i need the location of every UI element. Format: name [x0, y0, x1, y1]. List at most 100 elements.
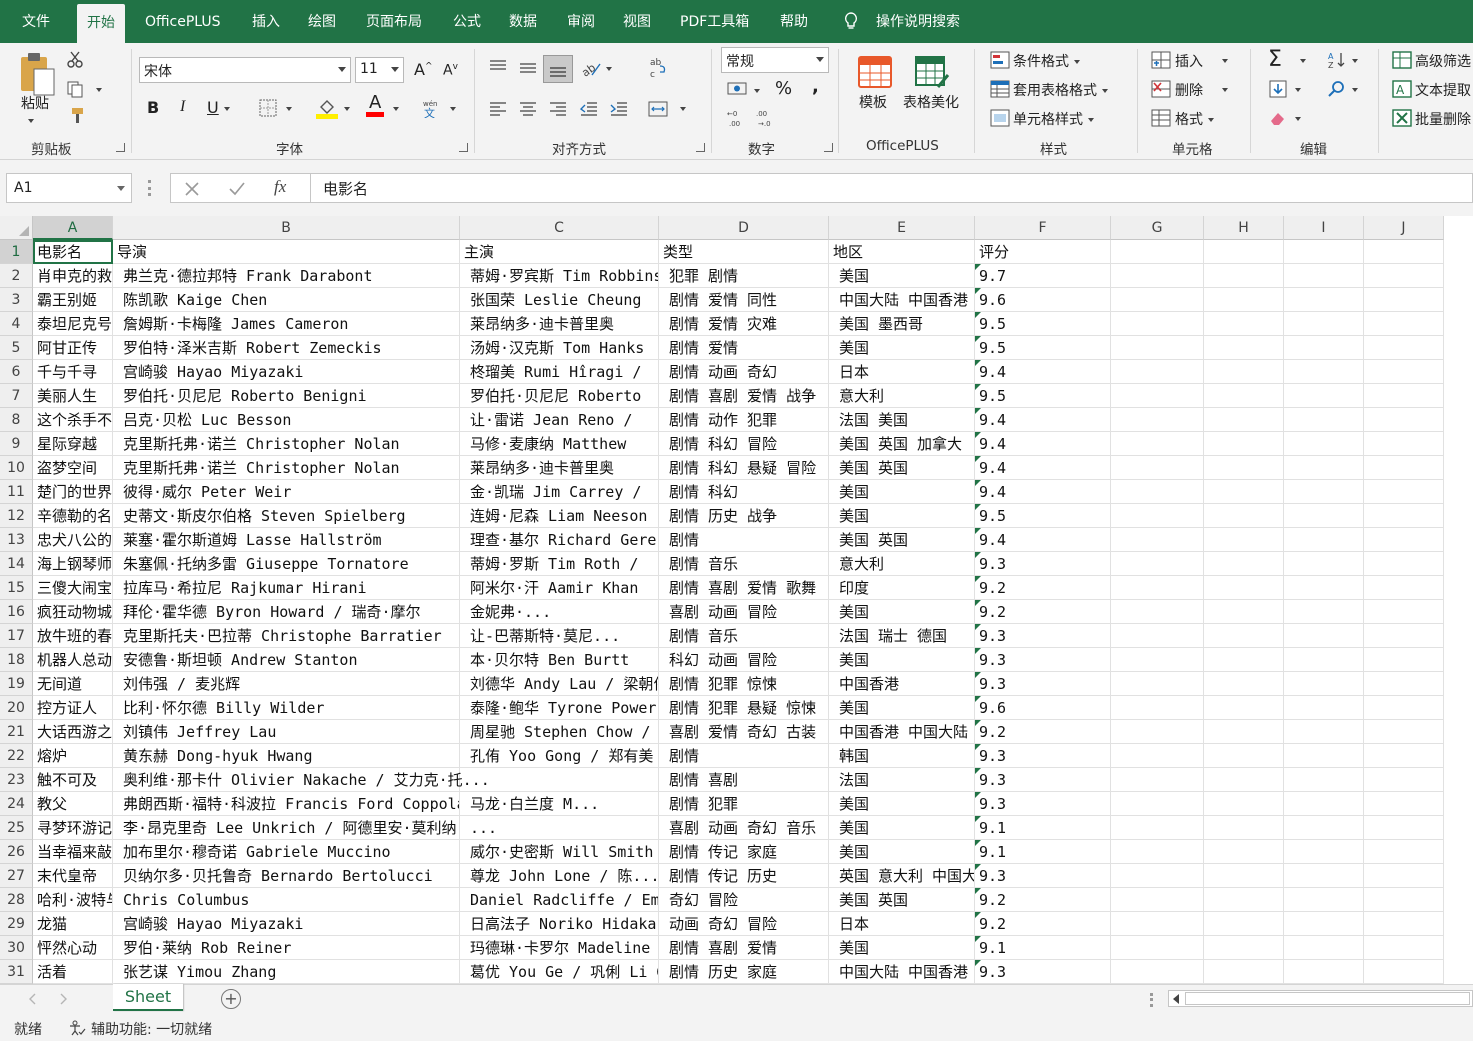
- table-cell[interactable]: [1284, 552, 1364, 576]
- advanced-filter-icon[interactable]: [1392, 51, 1412, 69]
- sort-dropdown-icon[interactable]: [1352, 59, 1358, 63]
- table-cell[interactable]: 控方证人: [33, 696, 113, 720]
- orientation-icon[interactable]: ab: [580, 59, 602, 77]
- underline-button[interactable]: U: [207, 98, 230, 117]
- row-header[interactable]: 1: [0, 240, 33, 264]
- table-cell[interactable]: 意大利: [829, 384, 975, 408]
- table-cell[interactable]: [1111, 288, 1204, 312]
- row-header[interactable]: 15: [0, 576, 33, 600]
- paste-icon[interactable]: [18, 51, 56, 97]
- insert-cells-icon[interactable]: [1151, 51, 1171, 69]
- table-cell[interactable]: 9.3: [975, 624, 1111, 648]
- table-cell[interactable]: [1111, 480, 1204, 504]
- table-cell[interactable]: 美国 英国: [829, 888, 975, 912]
- table-cell[interactable]: 张国荣 Leslie Cheung: [460, 288, 659, 312]
- table-cell[interactable]: 喜剧 动画 冒险: [659, 600, 829, 624]
- table-cell[interactable]: 美国: [829, 816, 975, 840]
- table-cell[interactable]: 9.2: [975, 720, 1111, 744]
- table-cell[interactable]: [1111, 312, 1204, 336]
- table-cell[interactable]: [1204, 936, 1284, 960]
- table-cell[interactable]: 哈利·波特与魔法石: [33, 888, 113, 912]
- table-cell[interactable]: 剧情 音乐: [659, 624, 829, 648]
- table-cell[interactable]: 威尔·史密斯 Will Smith: [460, 840, 659, 864]
- insert-cells-button[interactable]: 插入: [1175, 51, 1203, 71]
- table-cell[interactable]: 科幻 动画 冒险: [659, 648, 829, 672]
- table-cell[interactable]: 美国: [829, 336, 975, 360]
- table-cell[interactable]: 海上钢琴师: [33, 552, 113, 576]
- font-size-select[interactable]: 11: [355, 57, 404, 83]
- align-middle-icon[interactable]: [518, 59, 538, 77]
- table-cell[interactable]: 霸王别姬: [33, 288, 113, 312]
- table-cell[interactable]: [1111, 768, 1204, 792]
- table-cell[interactable]: [1111, 504, 1204, 528]
- scrollbar-thumb[interactable]: [1185, 992, 1470, 1005]
- table-cell[interactable]: 葛优 You Ge / 巩俐 Li Gong: [460, 960, 659, 984]
- table-cell[interactable]: 法国 瑞士 德国: [829, 624, 975, 648]
- column-header-a[interactable]: A: [33, 216, 113, 240]
- table-cell[interactable]: 9.5: [975, 336, 1111, 360]
- table-cell[interactable]: [1204, 504, 1284, 528]
- tab-insert[interactable]: 插入: [252, 0, 280, 43]
- column-header-d[interactable]: D: [659, 216, 829, 240]
- table-cell[interactable]: 美国 墨西哥: [829, 312, 975, 336]
- table-cell[interactable]: 汤姆·汉克斯 Tom Hanks: [460, 336, 659, 360]
- table-cell[interactable]: 美国: [829, 480, 975, 504]
- table-cell[interactable]: 龙猫: [33, 912, 113, 936]
- row-header[interactable]: 6: [0, 360, 33, 384]
- table-cell[interactable]: 拜伦·霍华德 Byron Howard / 瑞奇·摩尔: [113, 600, 460, 624]
- table-cell[interactable]: 克里斯托夫·巴拉蒂 Christophe Barratier: [113, 624, 460, 648]
- table-cell[interactable]: 克里斯托弗·诺兰 Christopher Nolan: [113, 456, 460, 480]
- table-cell[interactable]: 法国: [829, 768, 975, 792]
- table-cell[interactable]: [1284, 888, 1364, 912]
- table-cell[interactable]: 美国 英国 加拿大: [829, 432, 975, 456]
- horizontal-scrollbar[interactable]: [1168, 990, 1473, 1007]
- table-cell[interactable]: 剧情 爱情 灾难: [659, 312, 829, 336]
- table-cell[interactable]: 罗伯托·贝尼尼 Roberto: [460, 384, 659, 408]
- table-cell[interactable]: [1284, 624, 1364, 648]
- table-cell[interactable]: 9.3: [975, 960, 1111, 984]
- table-cell[interactable]: [1111, 792, 1204, 816]
- sheet-tab[interactable]: Sheet: [113, 984, 183, 1011]
- row-header[interactable]: 30: [0, 936, 33, 960]
- row-header[interactable]: 7: [0, 384, 33, 408]
- table-cell[interactable]: 李·昂克里奇 Lee Unkrich / 阿德里安·莫利纳: [113, 816, 460, 840]
- table-cell[interactable]: 蒂姆·罗宾斯 Tim Robbins: [460, 264, 659, 288]
- shrink-font-button[interactable]: Av: [443, 62, 458, 79]
- paste-label[interactable]: 粘贴: [21, 93, 49, 113]
- sort-filter-icon[interactable]: AZ: [1328, 51, 1350, 69]
- row-header[interactable]: 12: [0, 504, 33, 528]
- cell-styles-icon[interactable]: [990, 109, 1010, 127]
- clear-dropdown-icon[interactable]: [1295, 117, 1301, 121]
- format-cells-button[interactable]: 格式: [1175, 109, 1214, 129]
- template-button[interactable]: 模板: [859, 92, 887, 112]
- table-beautify-icon[interactable]: [914, 55, 950, 89]
- font-launcher-icon[interactable]: [459, 143, 468, 152]
- paste-dropdown-icon[interactable]: [28, 119, 34, 123]
- row-header[interactable]: 10: [0, 456, 33, 480]
- merge-center-icon[interactable]: [648, 99, 668, 119]
- template-icon[interactable]: [857, 55, 893, 89]
- table-cell[interactable]: 触不可及: [33, 768, 113, 792]
- table-cell[interactable]: 机器人总动员: [33, 648, 113, 672]
- table-cell[interactable]: [1364, 720, 1444, 744]
- table-cell[interactable]: 放牛班的春天: [33, 624, 113, 648]
- table-cell[interactable]: [1111, 864, 1204, 888]
- table-cell[interactable]: 9.4: [975, 408, 1111, 432]
- header-cell[interactable]: [1284, 240, 1364, 264]
- table-cell[interactable]: [1284, 816, 1364, 840]
- table-cell[interactable]: [1364, 624, 1444, 648]
- table-cell[interactable]: [1204, 360, 1284, 384]
- table-cell[interactable]: [1204, 840, 1284, 864]
- table-cell[interactable]: [1204, 744, 1284, 768]
- table-cell[interactable]: 奥利维·那卡什 Olivier Nakache / 艾力克·托...: [113, 768, 490, 792]
- table-cell[interactable]: 美国: [829, 600, 975, 624]
- table-cell[interactable]: 黄东赫 Dong-hyuk Hwang: [113, 744, 460, 768]
- tab-page-layout[interactable]: 页面布局: [366, 0, 422, 43]
- name-box[interactable]: A1: [6, 173, 132, 203]
- table-cell[interactable]: 弗朗西斯·福特·科波拉 Francis Ford Coppola: [113, 792, 460, 816]
- table-cell[interactable]: 9.1: [975, 816, 1111, 840]
- table-cell[interactable]: 本·贝尔特 Ben Burtt: [460, 648, 659, 672]
- table-cell[interactable]: [1284, 864, 1364, 888]
- table-cell[interactable]: 9.3: [975, 672, 1111, 696]
- row-header[interactable]: 19: [0, 672, 33, 696]
